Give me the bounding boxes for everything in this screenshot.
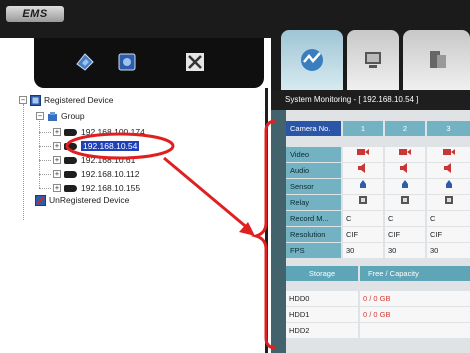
- annotation-arrow-line: [163, 156, 251, 232]
- highlight-ellipse: [65, 132, 175, 160]
- annotation-bracket: [250, 119, 277, 350]
- annotation-overlay: [65, 119, 277, 350]
